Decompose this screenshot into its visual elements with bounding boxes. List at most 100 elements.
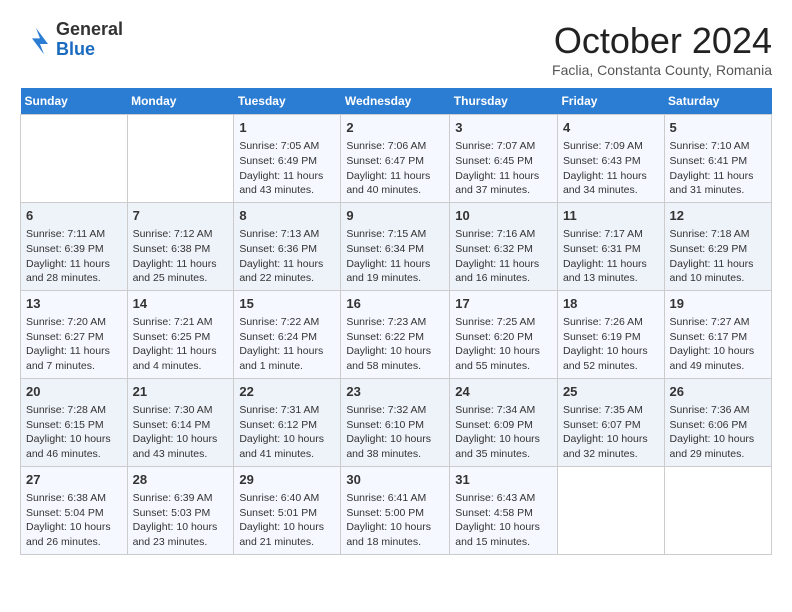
cell-info: Sunrise: 7:18 AM: [670, 227, 766, 242]
cell-info: Sunset: 6:29 PM: [670, 242, 766, 257]
cell-info: Sunset: 6:45 PM: [455, 154, 552, 169]
week-row-1: 1Sunrise: 7:05 AMSunset: 6:49 PMDaylight…: [21, 115, 772, 203]
calendar-cell: 6Sunrise: 7:11 AMSunset: 6:39 PMDaylight…: [21, 202, 128, 290]
calendar-cell: 3Sunrise: 7:07 AMSunset: 6:45 PMDaylight…: [450, 115, 558, 203]
calendar-cell: 12Sunrise: 7:18 AMSunset: 6:29 PMDayligh…: [664, 202, 771, 290]
cell-info: Sunset: 6:39 PM: [26, 242, 122, 257]
calendar-cell: 13Sunrise: 7:20 AMSunset: 6:27 PMDayligh…: [21, 290, 128, 378]
cell-info: Daylight: 10 hours and 58 minutes.: [346, 344, 444, 373]
calendar-cell: 26Sunrise: 7:36 AMSunset: 6:06 PMDayligh…: [664, 378, 771, 466]
cell-info: Daylight: 10 hours and 55 minutes.: [455, 344, 552, 373]
day-number: 24: [455, 383, 552, 401]
cell-info: Daylight: 10 hours and 41 minutes.: [239, 432, 335, 461]
cell-info: Daylight: 10 hours and 15 minutes.: [455, 520, 552, 549]
location-subtitle: Faclia, Constanta County, Romania: [552, 62, 772, 78]
cell-info: Sunset: 6:17 PM: [670, 330, 766, 345]
cell-info: Sunrise: 6:39 AM: [133, 491, 229, 506]
calendar-cell: 25Sunrise: 7:35 AMSunset: 6:07 PMDayligh…: [557, 378, 664, 466]
cell-info: Daylight: 10 hours and 43 minutes.: [133, 432, 229, 461]
cell-info: Sunrise: 7:25 AM: [455, 315, 552, 330]
cell-info: Daylight: 11 hours and 4 minutes.: [133, 344, 229, 373]
cell-info: Daylight: 11 hours and 22 minutes.: [239, 257, 335, 286]
cell-info: Sunset: 4:58 PM: [455, 506, 552, 521]
day-number: 16: [346, 295, 444, 313]
calendar-cell: 31 Sunrise: 6:43 AMSunset: 4:58 PMDayligh…: [450, 466, 558, 554]
cell-info: Sunrise: 6:43 AM: [455, 491, 552, 506]
calendar-cell: 9Sunrise: 7:15 AMSunset: 6:34 PMDaylight…: [341, 202, 450, 290]
day-number: 3: [455, 119, 552, 137]
cell-info: Sunset: 6:24 PM: [239, 330, 335, 345]
cell-info: Sunset: 6:34 PM: [346, 242, 444, 257]
header-day-thursday: Thursday: [450, 88, 558, 115]
cell-info: Sunset: 6:36 PM: [239, 242, 335, 257]
page-header: General Blue October 2024 Faclia, Consta…: [20, 20, 772, 78]
cell-info: Daylight: 10 hours and 46 minutes.: [26, 432, 122, 461]
day-number: 10: [455, 207, 552, 225]
day-number: 20: [26, 383, 122, 401]
calendar-cell: [557, 466, 664, 554]
day-number: 14: [133, 295, 229, 313]
cell-info: Daylight: 11 hours and 25 minutes.: [133, 257, 229, 286]
cell-info: Sunset: 6:09 PM: [455, 418, 552, 433]
day-number: 7: [133, 207, 229, 225]
cell-info: Daylight: 11 hours and 13 minutes.: [563, 257, 659, 286]
day-number: 19: [670, 295, 766, 313]
cell-info: Sunset: 6:41 PM: [670, 154, 766, 169]
day-number: 21: [133, 383, 229, 401]
cell-info: Sunrise: 7:34 AM: [455, 403, 552, 418]
cell-info: Sunrise: 7:21 AM: [133, 315, 229, 330]
logo-blue: Blue: [56, 40, 123, 60]
calendar-cell: [21, 115, 128, 203]
cell-info: Daylight: 11 hours and 28 minutes.: [26, 257, 122, 286]
day-number: 4: [563, 119, 659, 137]
header-day-sunday: Sunday: [21, 88, 128, 115]
cell-info: Sunset: 6:07 PM: [563, 418, 659, 433]
day-number: 6: [26, 207, 122, 225]
cell-info: Sunset: 6:06 PM: [670, 418, 766, 433]
cell-info: Daylight: 10 hours and 23 minutes.: [133, 520, 229, 549]
cell-info: Daylight: 11 hours and 34 minutes.: [563, 169, 659, 198]
day-number: 8: [239, 207, 335, 225]
cell-info: Daylight: 10 hours and 32 minutes.: [563, 432, 659, 461]
cell-info: Sunrise: 7:32 AM: [346, 403, 444, 418]
cell-info: Daylight: 10 hours and 49 minutes.: [670, 344, 766, 373]
calendar-cell: 17Sunrise: 7:25 AMSunset: 6:20 PMDayligh…: [450, 290, 558, 378]
cell-info: Sunrise: 7:07 AM: [455, 139, 552, 154]
cell-info: Sunrise: 7:20 AM: [26, 315, 122, 330]
calendar-cell: 7Sunrise: 7:12 AMSunset: 6:38 PMDaylight…: [127, 202, 234, 290]
cell-info: Sunrise: 6:38 AM: [26, 491, 122, 506]
header-day-friday: Friday: [557, 88, 664, 115]
cell-info: Sunrise: 7:12 AM: [133, 227, 229, 242]
cell-info: Daylight: 10 hours and 21 minutes.: [239, 520, 335, 549]
cell-info: Sunset: 6:27 PM: [26, 330, 122, 345]
calendar-cell: 1Sunrise: 7:05 AMSunset: 6:49 PMDaylight…: [234, 115, 341, 203]
cell-info: Sunset: 6:14 PM: [133, 418, 229, 433]
cell-info: Daylight: 11 hours and 19 minutes.: [346, 257, 444, 286]
calendar-cell: 20Sunrise: 7:28 AMSunset: 6:15 PMDayligh…: [21, 378, 128, 466]
cell-info: Sunset: 6:10 PM: [346, 418, 444, 433]
cell-info: Daylight: 11 hours and 10 minutes.: [670, 257, 766, 286]
cell-info: Sunset: 5:04 PM: [26, 506, 122, 521]
day-number: 2: [346, 119, 444, 137]
day-number: 11: [563, 207, 659, 225]
cell-info: Daylight: 10 hours and 29 minutes.: [670, 432, 766, 461]
calendar-cell: 24Sunrise: 7:34 AMSunset: 6:09 PMDayligh…: [450, 378, 558, 466]
cell-info: Daylight: 11 hours and 16 minutes.: [455, 257, 552, 286]
calendar-cell: 15Sunrise: 7:22 AMSunset: 6:24 PMDayligh…: [234, 290, 341, 378]
calendar-cell: 4Sunrise: 7:09 AMSunset: 6:43 PMDaylight…: [557, 115, 664, 203]
cell-info: Daylight: 11 hours and 1 minute.: [239, 344, 335, 373]
cell-info: Sunrise: 7:16 AM: [455, 227, 552, 242]
logo-general: General: [56, 20, 123, 40]
header-day-saturday: Saturday: [664, 88, 771, 115]
calendar-cell: 18Sunrise: 7:26 AMSunset: 6:19 PMDayligh…: [557, 290, 664, 378]
cell-info: Sunset: 6:43 PM: [563, 154, 659, 169]
logo: General Blue: [20, 20, 123, 60]
calendar-cell: 28Sunrise: 6:39 AMSunset: 5:03 PMDayligh…: [127, 466, 234, 554]
logo-text: General Blue: [56, 20, 123, 60]
cell-info: Sunrise: 7:22 AM: [239, 315, 335, 330]
day-number: 31: [455, 471, 552, 489]
cell-info: Daylight: 10 hours and 52 minutes.: [563, 344, 659, 373]
cell-info: Sunrise: 7:28 AM: [26, 403, 122, 418]
cell-info: Sunrise: 7:13 AM: [239, 227, 335, 242]
cell-info: Sunset: 5:01 PM: [239, 506, 335, 521]
